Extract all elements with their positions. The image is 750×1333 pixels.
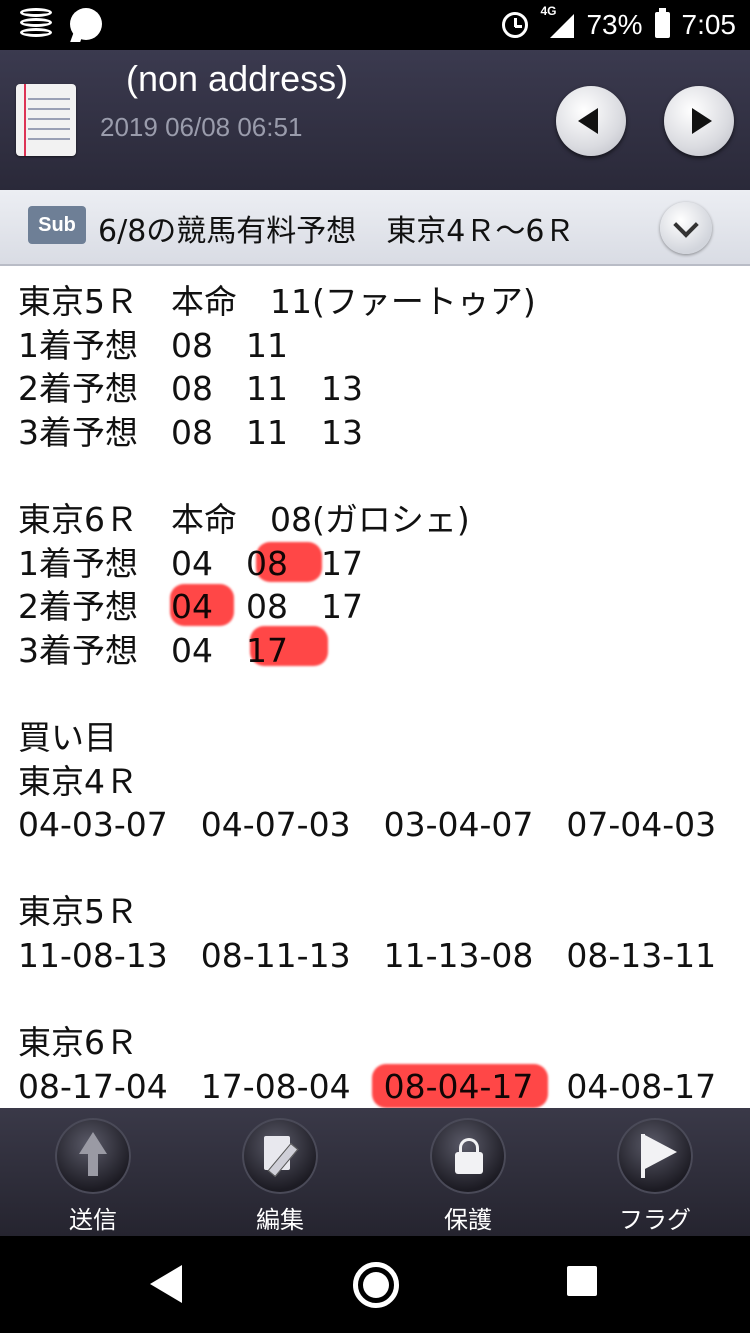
flag-icon (641, 1134, 677, 1178)
edit-icon (264, 1136, 290, 1170)
protect-button[interactable]: 保護 (413, 1118, 523, 1236)
message-body[interactable]: 東京5Ｒ 本命 11(ファートゥア) 1着予想 08 11 2着予想 08 11… (0, 266, 750, 1108)
flag-button[interactable]: フラグ (600, 1118, 710, 1236)
database-icon (20, 8, 52, 38)
home-icon[interactable] (353, 1262, 399, 1308)
signal-icon: 4G (540, 4, 575, 40)
next-message-button[interactable] (664, 86, 734, 156)
protect-label: 保護 (444, 1206, 492, 1234)
edit-button[interactable]: 編集 (225, 1118, 335, 1236)
bottom-toolbar: 送信 編集 保護 フラグ (0, 1108, 750, 1236)
notepad-icon (16, 84, 76, 156)
back-icon[interactable] (150, 1265, 182, 1303)
system-indicators: 4G 73% 7:05 (502, 4, 737, 44)
edit-label: 編集 (256, 1206, 304, 1234)
notification-icons (20, 8, 102, 40)
status-bar: 4G 73% 7:05 (0, 0, 750, 50)
battery-icon (654, 8, 670, 38)
expand-subject-button[interactable] (660, 202, 712, 254)
highlight-mark (372, 1064, 548, 1108)
alarm-icon (502, 12, 529, 38)
highlight-mark (250, 626, 328, 666)
send-button[interactable]: 送信 (38, 1118, 148, 1236)
battery-percent: 73% (586, 9, 643, 40)
lock-icon (455, 1138, 483, 1174)
triangle-left-icon (578, 108, 598, 134)
highlight-mark (170, 584, 234, 626)
subject-badge: Sub (28, 206, 86, 244)
triangle-right-icon (692, 108, 712, 134)
subject-text: 6/8の競馬有料予想 東京4Ｒ～6Ｒ (98, 214, 575, 249)
send-arrow-icon (79, 1132, 107, 1176)
highlight-mark (256, 542, 322, 582)
recent-apps-icon[interactable] (567, 1266, 597, 1296)
clock: 7:05 (681, 9, 737, 40)
message-datetime: 2019 06/08 06:51 (100, 112, 303, 142)
chevron-down-icon (673, 212, 699, 238)
message-text: 東京5Ｒ 本命 11(ファートゥア) 1着予想 08 11 2着予想 08 11… (18, 282, 717, 1106)
flag-label: フラグ (619, 1206, 691, 1234)
previous-message-button[interactable] (556, 86, 626, 156)
send-label: 送信 (69, 1206, 117, 1234)
sender-address: (non address) (126, 58, 349, 99)
system-nav-bar (0, 1236, 750, 1333)
subject-bar: Sub 6/8の競馬有料予想 東京4Ｒ～6Ｒ (0, 190, 750, 266)
chat-bubble-icon (70, 8, 102, 40)
message-header: (non address) 2019 06/08 06:51 (0, 50, 750, 190)
